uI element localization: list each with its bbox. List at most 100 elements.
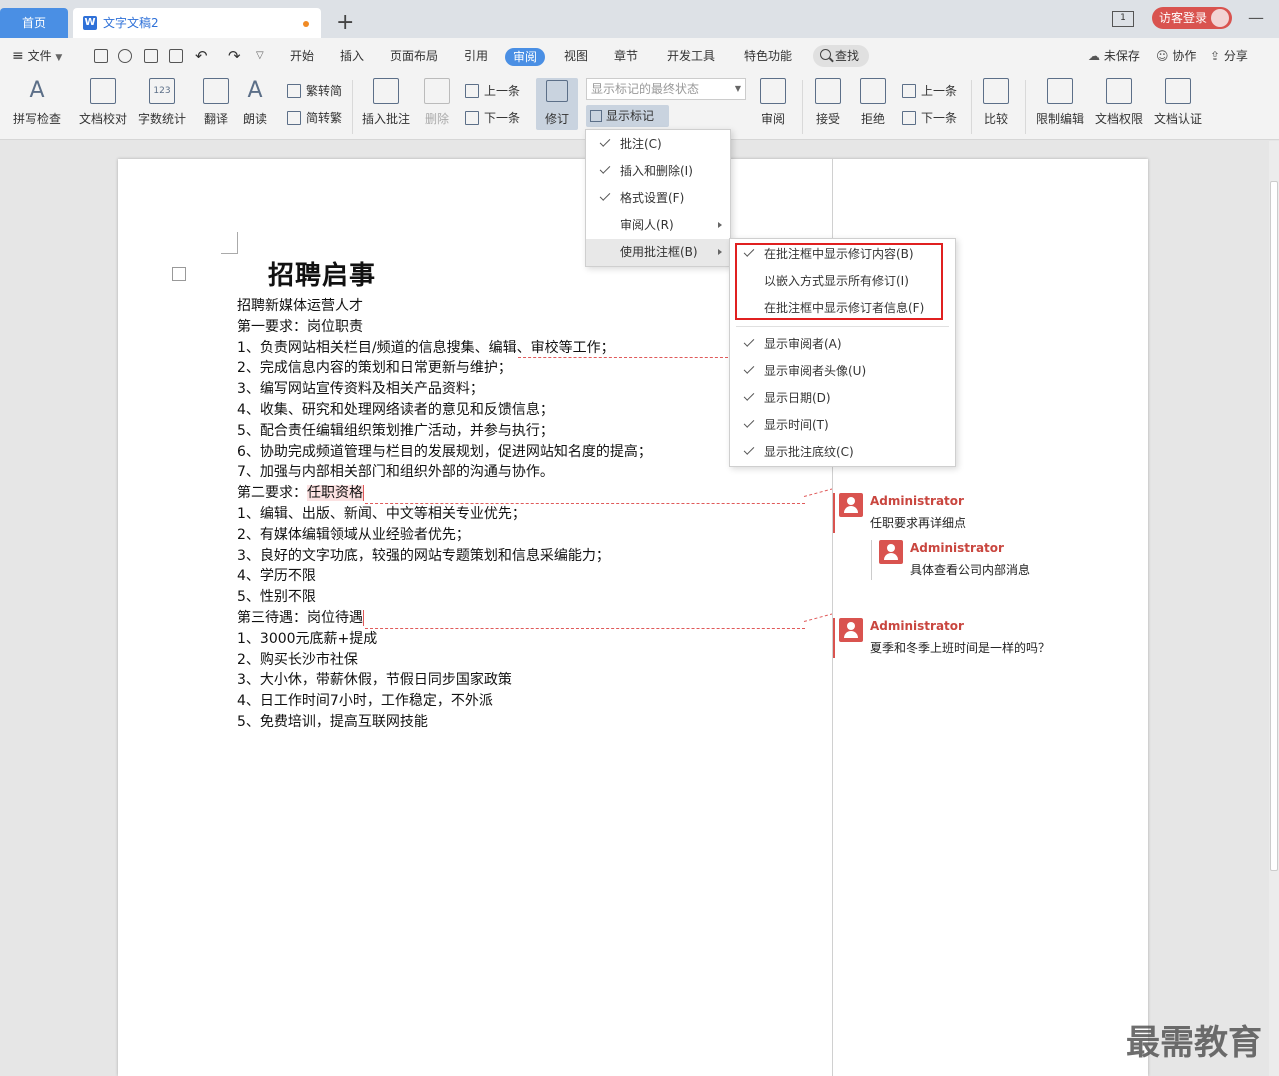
check-icon [743, 390, 755, 401]
menu-view[interactable]: 视图 [564, 38, 588, 74]
chevron-right-icon [718, 222, 722, 228]
menu-reference[interactable]: 引用 [464, 38, 488, 74]
restrict-edit-button[interactable]: 限制编辑 [1034, 78, 1086, 127]
menu-item-balloons[interactable]: 使用批注框(B) [586, 239, 730, 266]
doc-line: 1、负责网站相关栏目/频道的信息搜集、编辑、审校等工作； [237, 339, 615, 356]
insert-comment-button[interactable]: 插入批注 [360, 78, 412, 127]
comment-connector [365, 628, 805, 629]
print-preview-icon[interactable] [169, 49, 183, 63]
doc-line: 6、协助完成频道管理与栏目的发展规划，促进网站知名度的提高； [237, 443, 652, 460]
compare-button[interactable]: 比较 [978, 78, 1014, 127]
search-button[interactable]: 查找 [813, 45, 869, 67]
minimize-button[interactable]: — [1248, 8, 1264, 30]
undo-icon[interactable]: ↶ [195, 38, 208, 74]
monitor-icon[interactable]: 1 [1112, 11, 1134, 27]
comment-author: Administrator [910, 541, 1004, 555]
menu-insert[interactable]: 插入 [340, 38, 364, 74]
menu-item-formatting[interactable]: 格式设置(F) [586, 185, 730, 212]
comment-card[interactable]: Administrator 任职要求再详细点 [833, 493, 1133, 533]
doc-line: 4、日工作时间7小时，工作稳定，不外派 [237, 693, 493, 710]
read-aloud-label: 朗读 [242, 112, 267, 126]
comment-card[interactable]: Administrator 夏季和冬季上班时间是一样的吗？ [833, 618, 1133, 658]
menu-page-layout[interactable]: 页面布局 [390, 38, 438, 74]
menu-item-show-reviewer-avatar[interactable]: 显示审阅者头像(U) [730, 358, 955, 385]
file-menu[interactable]: ≡ 文件 ▼ [12, 38, 62, 76]
collab-button[interactable]: ☺ 协作 [1156, 38, 1196, 74]
marked-text[interactable]: 任职资格 [307, 485, 364, 502]
document-body[interactable]: 招聘新媒体运营人才 第一要求：岗位职责 1、负责网站相关栏目/频道的信息搜集、编… [237, 296, 797, 733]
redo-icon[interactable]: ↷ [228, 38, 241, 74]
new-tab-button[interactable]: + [336, 10, 354, 36]
prev-comment-label: 上一条 [484, 84, 521, 98]
menu-start[interactable]: 开始 [290, 38, 314, 74]
menu-item-label: 显示日期(D) [764, 391, 831, 405]
show-markup-button[interactable]: 显示标记 [586, 105, 669, 127]
menu-item-show-time[interactable]: 显示时间(T) [730, 412, 955, 439]
comment-connector [518, 357, 728, 358]
doc-line: 招聘新媒体运营人才 [237, 298, 363, 314]
vertical-scrollbar[interactable] [1269, 141, 1279, 1076]
review-button[interactable]: 审阅 [756, 78, 790, 127]
menu-item-insert-delete[interactable]: 插入和删除(I) [586, 158, 730, 185]
ribbon-divider [352, 80, 353, 134]
menu-item-comments[interactable]: 批注(C) [586, 131, 730, 158]
doc-line: 4、收集、研究和处理网络读者的意见和反馈信息； [237, 401, 554, 418]
menu-item-label: 显示审阅者头像(U) [764, 364, 867, 378]
export-icon[interactable] [118, 49, 132, 63]
tab-home[interactable]: 首页 [0, 8, 68, 38]
chevron-right-icon [718, 249, 722, 255]
comment-reply-card[interactable]: Administrator 具体查看公司内部消息 [871, 540, 1131, 580]
menu-review[interactable]: 审阅 [505, 48, 546, 66]
menu-item-show-reviewer[interactable]: 显示审阅者(A) [730, 331, 955, 358]
certificate-icon [1165, 78, 1191, 104]
prev-comment-button[interactable]: 上一条 [465, 82, 520, 99]
menu-item-reviewers[interactable]: 审阅人(R) [586, 212, 730, 239]
reject-button[interactable]: 拒绝 [855, 78, 891, 127]
menu-features[interactable]: 特色功能 [744, 38, 792, 74]
word-count-button[interactable]: 123 字数统计 [137, 78, 187, 127]
next-change-button[interactable]: 下一条 [902, 109, 957, 126]
unsaved-label: 未保存 [1103, 49, 1140, 63]
save-icon[interactable] [94, 49, 108, 63]
word-count-label: 字数统计 [137, 112, 186, 126]
menu-item-show-comment-shading[interactable]: 显示批注底纹(C) [730, 439, 955, 466]
search-label: 查找 [835, 49, 860, 63]
next-change-label: 下一条 [921, 111, 958, 125]
doc-cert-button[interactable]: 文档认证 [1152, 78, 1204, 127]
scrollbar-thumb[interactable] [1270, 181, 1278, 871]
quick-access-dropdown-icon[interactable]: ▽ [256, 38, 264, 74]
doc-cert-label: 文档认证 [1153, 112, 1202, 126]
menu-item-show-date[interactable]: 显示日期(D) [730, 385, 955, 412]
next-comment-button[interactable]: 下一条 [465, 109, 520, 126]
watermark-text: 最需教育 [1126, 1023, 1262, 1063]
accept-button[interactable]: 接受 [810, 78, 846, 127]
comment-bar [833, 618, 835, 658]
login-button[interactable]: 访客登录 [1152, 7, 1232, 29]
proofread-button[interactable]: 文档校对 [78, 78, 128, 127]
share-icon: ⇪ [1210, 49, 1221, 63]
document-page[interactable]: 招聘启事 招聘新媒体运营人才 第一要求：岗位职责 1、负责网站相关栏目/频道的信… [118, 159, 1148, 1076]
spell-check-button[interactable]: A 拼写检查 [8, 78, 66, 127]
page-title: 招聘启事 [268, 261, 377, 291]
markup-state-select[interactable]: 显示标记的最终状态 ▼ [586, 78, 746, 100]
unsaved-dot-icon [303, 21, 309, 27]
accept-label: 接受 [815, 112, 840, 126]
paragraph-icon[interactable] [172, 267, 186, 281]
translate-button[interactable]: 翻译 [196, 78, 236, 127]
doc-permission-button[interactable]: 文档权限 [1093, 78, 1145, 127]
track-changes-button[interactable]: 修订 [536, 78, 578, 130]
unsaved-button[interactable]: ☁ 未保存 [1088, 38, 1140, 74]
compare-label: 比较 [983, 112, 1008, 126]
tab-document[interactable]: W 文字文稿2 [73, 8, 321, 38]
simp-to-trad-button[interactable]: 简转繁 [287, 109, 342, 126]
delete-comment-button[interactable]: 删除 [418, 78, 456, 127]
menu-developer[interactable]: 开发工具 [667, 38, 715, 74]
trad-to-simp-button[interactable]: 繁转简 [287, 82, 342, 99]
prev-change-button[interactable]: 上一条 [902, 82, 957, 99]
read-aloud-button[interactable]: A 朗读 [240, 78, 270, 127]
proofread-icon [90, 78, 116, 104]
share-button[interactable]: ⇪ 分享 [1210, 38, 1248, 74]
doc-line: 7、加强与内部相关部门和组织外部的沟通与协作。 [237, 464, 554, 481]
menu-section[interactable]: 章节 [614, 38, 638, 74]
print-icon[interactable] [144, 49, 158, 63]
